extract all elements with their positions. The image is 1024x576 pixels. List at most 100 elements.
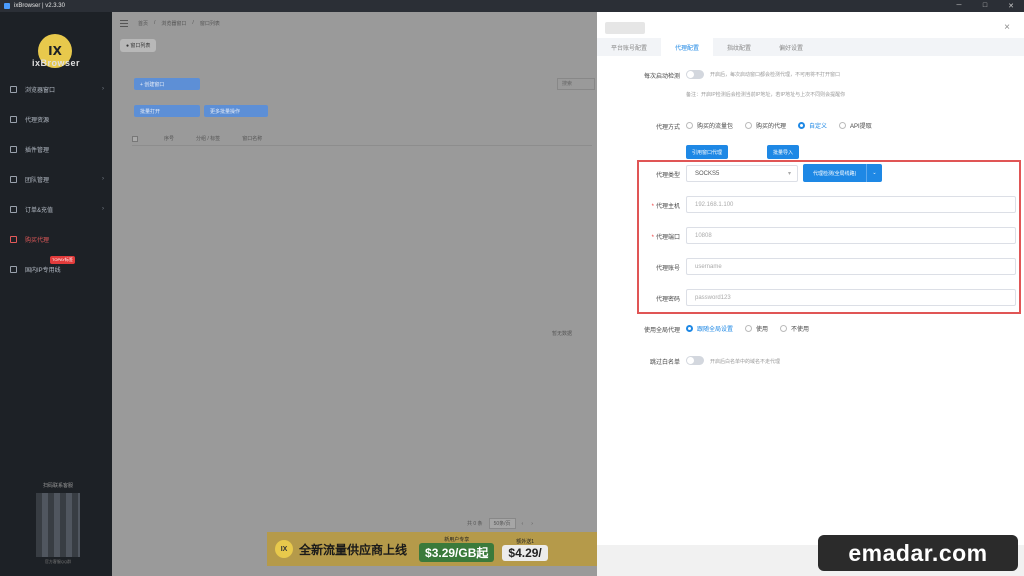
radio-circle bbox=[839, 122, 847, 129]
sidebar-item-label: 购买代理 bbox=[25, 237, 50, 244]
select-all-checkbox[interactable] bbox=[132, 135, 138, 142]
whitelist-toggle[interactable] bbox=[686, 356, 704, 365]
radio-label: 跟随全局设置 bbox=[697, 327, 734, 333]
close-window-button[interactable]: ✕ bbox=[998, 2, 1024, 10]
price-value: $4.29/ bbox=[502, 544, 548, 561]
sidebar-item-proxy-resources[interactable]: 代理资源 bbox=[0, 104, 112, 134]
more-batch-actions-button[interactable]: 更多批量操作 bbox=[204, 105, 268, 117]
breadcrumb-home[interactable]: 首页 bbox=[138, 20, 148, 27]
radio-circle bbox=[780, 325, 788, 332]
radio-circle-checked bbox=[686, 325, 693, 332]
brand-logo-glyph: IX bbox=[48, 44, 62, 58]
radio-circle bbox=[745, 325, 753, 332]
column-header-name: 窗口名称 bbox=[242, 136, 263, 142]
sidebar: IX ixBrowser 浏览器窗口 › 代理资源 插件管理 团队管理 › 订单… bbox=[0, 12, 112, 576]
minimize-button[interactable]: ─ bbox=[946, 2, 972, 10]
page-tabs: ● 窗口列表 bbox=[112, 34, 597, 56]
tab-preferences[interactable]: 偏好设置 bbox=[765, 38, 817, 56]
breadcrumb: 首页 / 浏览器窗口 / 窗口列表 bbox=[112, 12, 597, 34]
window-icon bbox=[10, 85, 17, 93]
sidebar-item-label: 插件管理 bbox=[25, 147, 50, 154]
sidebar-item-label: 浏览器窗口 bbox=[25, 87, 56, 94]
radio-circle bbox=[745, 122, 753, 129]
required-mark: * bbox=[651, 235, 654, 241]
proxy-mode-label: 代理方式 bbox=[655, 125, 680, 131]
proxy-port-input[interactable]: 10808 bbox=[686, 227, 1016, 244]
radio-api[interactable]: API提取 bbox=[839, 121, 872, 130]
radio-use[interactable]: 使用 bbox=[745, 324, 768, 333]
sidebar-item-orders[interactable]: 订单&充值 › bbox=[0, 194, 112, 224]
check-proxy-button[interactable]: 代理检测(全局线路) bbox=[803, 164, 868, 182]
proxy-password-input[interactable]: password123 bbox=[686, 289, 1016, 306]
proxy-host-input[interactable]: 192.168.1.100 bbox=[686, 196, 1016, 213]
radio-label: 购买的流量包 bbox=[697, 124, 734, 130]
sidebar-item-buy-proxy[interactable]: 购买代理 bbox=[0, 224, 112, 254]
batch-import-button[interactable]: 批量导入 bbox=[767, 145, 800, 159]
menu-toggle-icon[interactable] bbox=[120, 19, 128, 27]
drawer-title-placeholder bbox=[605, 22, 645, 34]
tab-window-list[interactable]: ● 窗口列表 bbox=[120, 38, 157, 52]
proxy-password-label: 代理密码 bbox=[655, 297, 680, 303]
batch-open-button[interactable]: 批量打开 bbox=[134, 105, 200, 117]
radio-purchased-proxy[interactable]: 购买的代理 bbox=[745, 121, 786, 130]
sidebar-item-label: 订单&充值 bbox=[25, 207, 54, 214]
auto-detect-label: 每次启动检测 bbox=[643, 74, 680, 80]
proxy-account-input[interactable]: username bbox=[686, 258, 1016, 275]
chevron-down-icon: ▾ bbox=[787, 171, 791, 177]
radio-custom[interactable]: 自定义 bbox=[798, 121, 827, 130]
pager-total: 共 0 条 bbox=[467, 521, 483, 527]
sidebar-item-domestic-ip[interactable]: 国内IP专用线 TOPAY标签 bbox=[0, 254, 112, 284]
tab-fingerprint[interactable]: 指纹配置 bbox=[713, 38, 765, 56]
search-input[interactable]: 搜索 bbox=[557, 78, 595, 90]
window-title: ixBrowser | v2.3.30 bbox=[14, 3, 65, 9]
radio-not-use[interactable]: 不使用 bbox=[780, 324, 809, 333]
breadcrumb-separator: / bbox=[154, 20, 156, 26]
radio-label: 使用 bbox=[756, 327, 769, 333]
tab-proxy-config[interactable]: 代理配置 bbox=[661, 38, 714, 56]
auto-detect-toggle[interactable] bbox=[686, 70, 704, 79]
sidebar-item-label: 团队管理 bbox=[25, 177, 50, 184]
price-label: 额外送1 bbox=[516, 538, 534, 545]
promo-banner[interactable]: IX 全新流量供应商上线 新用户专享 $3.29/GB起 额外送1 $4.29/ bbox=[267, 532, 597, 566]
close-icon[interactable]: × bbox=[1004, 22, 1010, 33]
create-window-button[interactable]: + 创建窗口 bbox=[134, 78, 200, 90]
check-proxy-dropdown[interactable]: ⌄ bbox=[867, 170, 881, 176]
banner-logo-icon: IX bbox=[275, 540, 293, 558]
tab-platform-account[interactable]: 平台账号配置 bbox=[597, 38, 661, 56]
new-badge: TOPAY标签 bbox=[50, 256, 75, 264]
column-header-index: 序号 bbox=[164, 136, 175, 142]
support-qr-panel: 扫码联系客服 官方客服QQ群 bbox=[20, 482, 96, 572]
radio-label: 自定义 bbox=[809, 124, 828, 130]
radio-purchased-traffic[interactable]: 购买的流量包 bbox=[686, 121, 733, 130]
breadcrumb-separator: / bbox=[192, 20, 194, 26]
pagination: 共 0 条 50条/页 ‹ › bbox=[467, 518, 533, 529]
support-footer: 官方客服QQ群 bbox=[44, 559, 72, 564]
empty-state-text: 暂无数据 bbox=[552, 331, 573, 337]
sidebar-item-extensions[interactable]: 插件管理 bbox=[0, 134, 112, 164]
next-page-button[interactable]: › bbox=[531, 521, 533, 527]
maximize-button[interactable]: □ bbox=[972, 2, 998, 10]
proxy-type-select[interactable]: SOCKS5 ▾ bbox=[686, 165, 798, 182]
order-icon bbox=[10, 205, 17, 213]
page-size-select[interactable]: 50条/页 bbox=[488, 518, 516, 529]
prev-page-button[interactable]: ‹ bbox=[522, 521, 524, 527]
chevron-right-icon: › bbox=[102, 86, 104, 92]
whitelist-hint: 开启后白名单中的域名不走代理 bbox=[710, 359, 781, 365]
auto-detect-sub-hint: 备注：开启IP检测后会检测当前IP地址，若IP地址与上次不同则会提醒你 bbox=[686, 92, 846, 98]
radio-follow-global[interactable]: 跟随全局设置 bbox=[686, 324, 733, 333]
price-value: $3.29/GB起 bbox=[419, 543, 495, 562]
banner-headline: 全新流量供应商上线 bbox=[299, 542, 408, 557]
sidebar-item-team[interactable]: 团队管理 › bbox=[0, 164, 112, 194]
external-link-icon bbox=[10, 265, 17, 273]
global-proxy-label: 使用全局代理 bbox=[643, 328, 680, 334]
watermark: emadar.com bbox=[818, 535, 1018, 571]
use-window-proxy-button[interactable]: 引用窗口代理 bbox=[686, 145, 729, 159]
main-content: 首页 / 浏览器窗口 / 窗口列表 ● 窗口列表 + 创建窗口 批量打开 更多批… bbox=[112, 12, 597, 576]
proxy-type-label: 代理类型 bbox=[655, 173, 680, 179]
radio-circle-checked bbox=[798, 122, 806, 129]
proxy-port-label-text: 代理端口 bbox=[655, 235, 680, 241]
proxy-host-label-text: 代理主机 bbox=[655, 204, 680, 210]
radio-label: API提取 bbox=[850, 124, 872, 130]
breadcrumb-browser-windows[interactable]: 浏览器窗口 bbox=[161, 20, 186, 27]
sidebar-item-browser-windows[interactable]: 浏览器窗口 › bbox=[0, 74, 112, 104]
